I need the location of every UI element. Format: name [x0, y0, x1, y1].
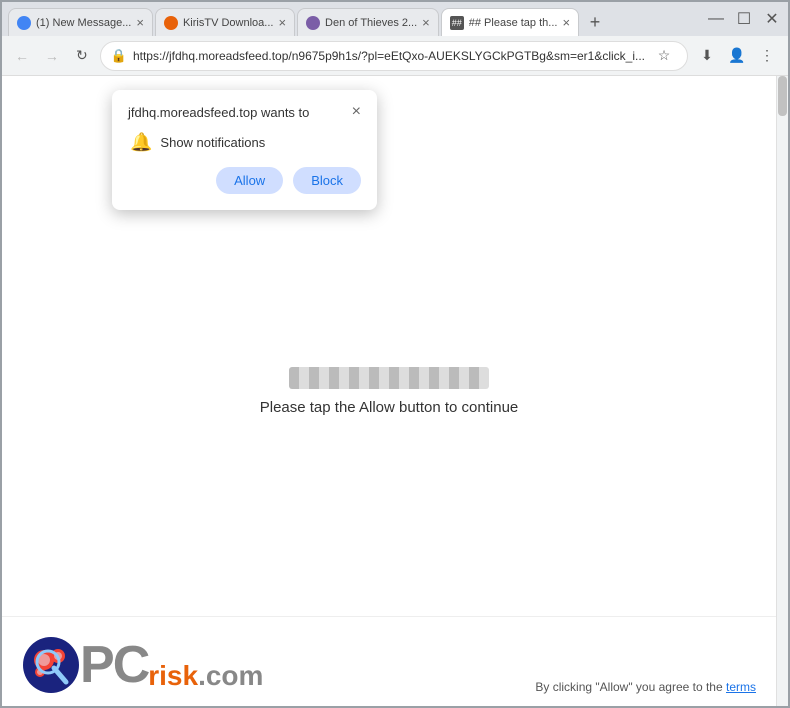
popup-actions: Allow Block	[128, 167, 361, 194]
footer-terms: By clicking "Allow" you agree to the ter…	[535, 680, 756, 694]
address-actions: ☆	[651, 43, 677, 69]
tab-bar: (1) New Message... × KirisTV Downloa... …	[8, 2, 696, 36]
secure-icon: 🔒	[111, 48, 127, 64]
forward-button[interactable]: →	[40, 42, 64, 70]
tab-4-title: ## Please tap th...	[469, 17, 558, 29]
back-button[interactable]: ←	[10, 42, 34, 70]
maximize-button[interactable]: ☐	[734, 9, 754, 29]
new-tab-button[interactable]: +	[581, 8, 609, 36]
allow-button[interactable]: Allow	[216, 167, 283, 194]
menu-button[interactable]: ⋮	[754, 43, 780, 69]
popup-body-text: Show notifications	[160, 135, 265, 150]
tab-2-title: KirisTV Downloa...	[183, 17, 273, 29]
footer-terms-link[interactable]: terms	[726, 680, 756, 694]
title-bar: (1) New Message... × KirisTV Downloa... …	[2, 2, 788, 36]
scrollbar[interactable]	[776, 76, 788, 706]
page-content: jfdhq.moreadsfeed.top wants to × 🔔 Show …	[2, 76, 788, 706]
bookmark-button[interactable]: ☆	[651, 43, 677, 69]
popup-body: 🔔 Show notifications	[128, 132, 361, 153]
window-controls: — ☐ ✕	[706, 9, 782, 29]
logo-p-letter: P	[80, 636, 113, 694]
bell-icon: 🔔	[130, 132, 152, 153]
block-button[interactable]: Block	[293, 167, 361, 194]
address-text: https://jfdhq.moreadsfeed.top/n9675p9h1s…	[133, 49, 645, 63]
tab-1[interactable]: (1) New Message... ×	[8, 8, 153, 36]
progress-bar	[289, 367, 489, 389]
page-footer: PC risk .com By clicking "Allow" you agr…	[2, 616, 776, 706]
popup-header: jfdhq.moreadsfeed.top wants to ×	[128, 104, 361, 120]
minimize-button[interactable]: —	[706, 10, 726, 28]
logo-risk-text: risk	[148, 662, 198, 690]
tab-1-favicon	[17, 16, 31, 30]
tab-2-favicon	[164, 16, 178, 30]
pcrisk-logo-icon	[22, 636, 80, 694]
popup-close-button[interactable]: ×	[352, 104, 361, 120]
tab-3-favicon	[306, 16, 320, 30]
tab-3-title: Den of Thieves 2...	[325, 17, 417, 29]
close-button[interactable]: ✕	[762, 9, 782, 29]
browser-frame: (1) New Message... × KirisTV Downloa... …	[0, 0, 790, 708]
popup-title: jfdhq.moreadsfeed.top wants to	[128, 105, 309, 120]
tab-3[interactable]: Den of Thieves 2... ×	[297, 8, 439, 36]
nav-right-buttons: ⬇ 👤 ⋮	[694, 43, 780, 69]
notification-popup: jfdhq.moreadsfeed.top wants to × 🔔 Show …	[112, 90, 377, 210]
footer-terms-text: By clicking "Allow" you agree to the	[535, 680, 722, 694]
logo-com-text: .com	[198, 662, 263, 690]
address-bar[interactable]: 🔒 https://jfdhq.moreadsfeed.top/n9675p9h…	[100, 41, 688, 71]
logo-pc-text: PC	[80, 639, 148, 691]
main-page-text: Please tap the Allow button to continue	[260, 399, 519, 416]
tab-4[interactable]: ## ## Please tap th... ×	[441, 8, 579, 36]
tab-4-close[interactable]: ×	[562, 15, 570, 30]
scrollbar-thumb[interactable]	[778, 76, 787, 116]
tab-2[interactable]: KirisTV Downloa... ×	[155, 8, 295, 36]
account-button[interactable]: 👤	[724, 43, 750, 69]
tab-1-close[interactable]: ×	[136, 15, 144, 30]
logo-area: PC risk .com	[22, 636, 263, 694]
tab-3-close[interactable]: ×	[422, 15, 430, 30]
logo-c-letter: C	[113, 636, 149, 694]
tab-4-favicon: ##	[450, 16, 464, 30]
tab-2-close[interactable]: ×	[278, 15, 286, 30]
tab-1-title: (1) New Message...	[36, 17, 131, 29]
nav-bar: ← → ↻ 🔒 https://jfdhq.moreadsfeed.top/n9…	[2, 36, 788, 76]
reload-button[interactable]: ↻	[70, 42, 94, 70]
download-button[interactable]: ⬇	[694, 43, 720, 69]
